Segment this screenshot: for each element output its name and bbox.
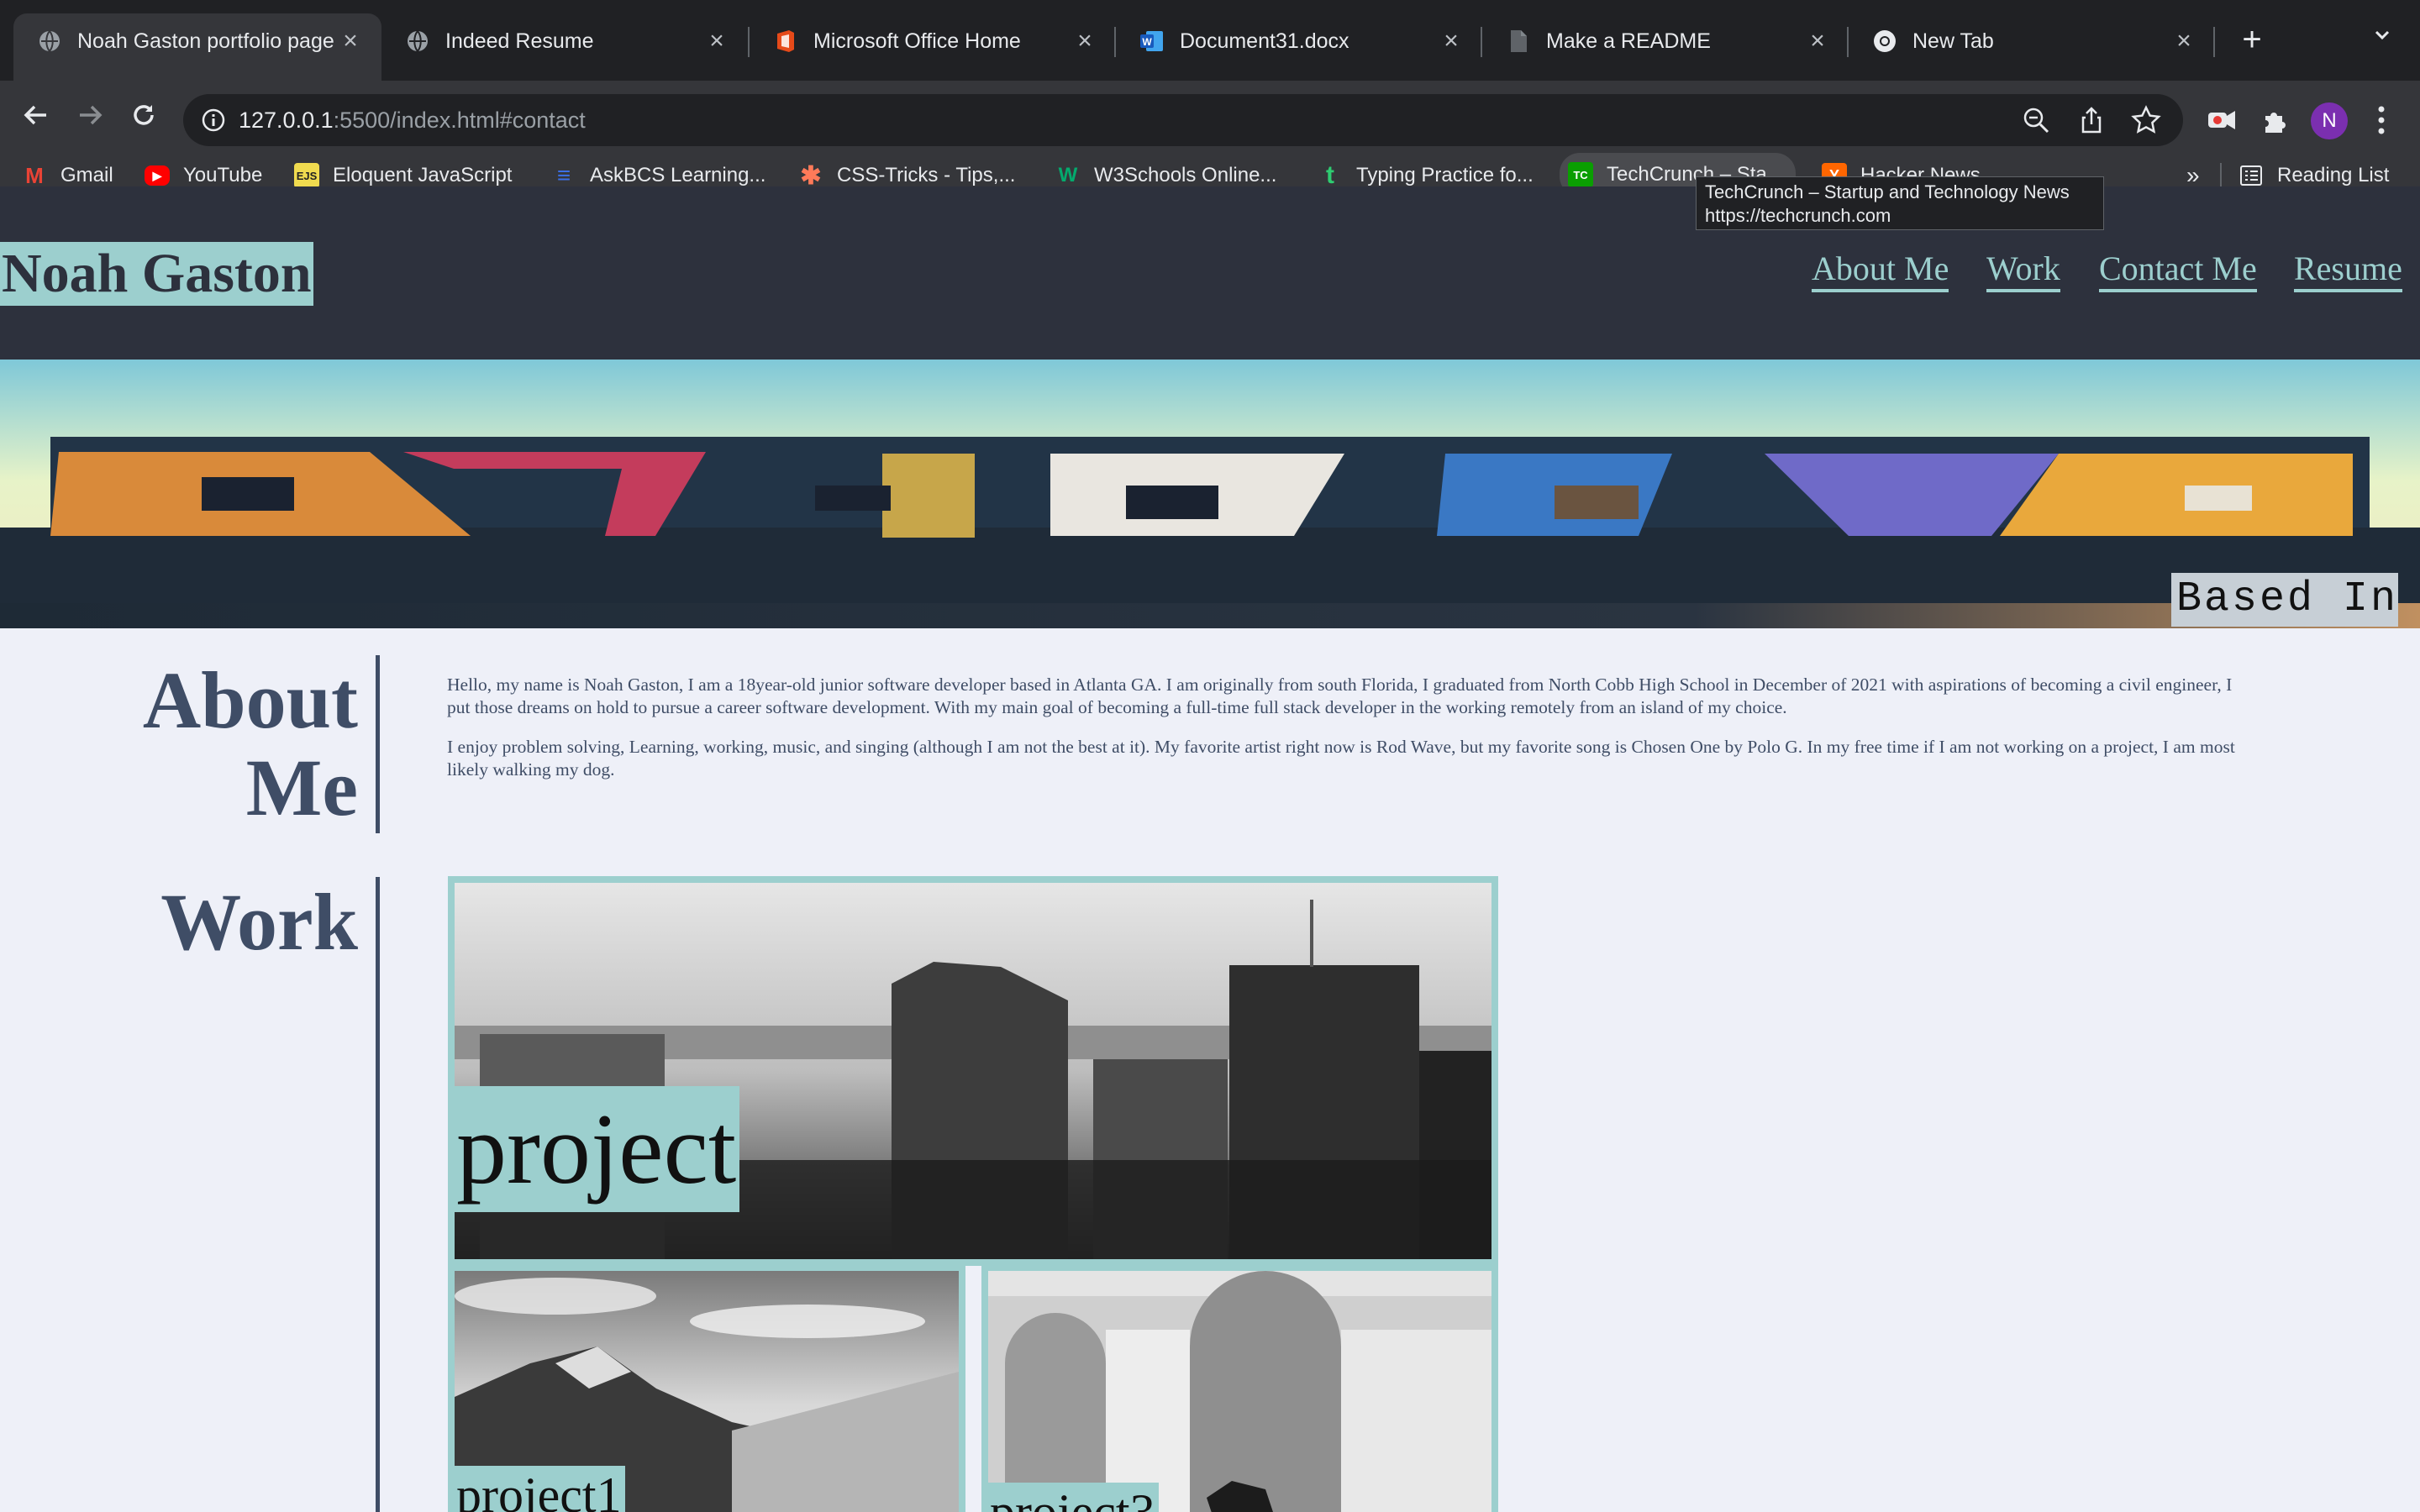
tab-title: Indeed Resume: [445, 29, 594, 53]
arches-image: [988, 1271, 1491, 1512]
about-paragraph-1: Hello, my name is Noah Gaston, I am a 18…: [447, 675, 2233, 717]
project-card-1[interactable]: project1: [448, 1264, 965, 1512]
globe-icon: [405, 29, 430, 54]
project-label: project: [455, 1086, 740, 1212]
close-icon[interactable]: ×: [1439, 29, 1464, 54]
tab-strip: Noah Gaston portfolio page × Indeed Resu…: [0, 0, 2420, 81]
menu-icon[interactable]: [2375, 104, 2388, 140]
doc-icon: [1506, 29, 1531, 54]
tab-title: New Tab: [1912, 29, 1994, 53]
zoom-icon[interactable]: [2022, 106, 2050, 139]
reload-icon: [134, 105, 154, 125]
tab-document[interactable]: W Document31.docx ×: [1116, 13, 1482, 69]
askbcs-icon: ≡: [556, 162, 571, 188]
bookmark-label: W3Schools Online...: [1094, 164, 1277, 186]
nav-contact-me[interactable]: Contact Me: [2099, 250, 2257, 292]
tab-portfolio[interactable]: Noah Gaston portfolio page ×: [13, 13, 381, 81]
reading-list-icon: [2238, 163, 2264, 188]
tab-title: Document31.docx: [1180, 29, 1349, 53]
about-title-line2: Me: [245, 743, 358, 832]
back-button[interactable]: [17, 99, 55, 138]
about-title: About Me: [126, 657, 358, 832]
new-tab-button[interactable]: +: [2235, 23, 2269, 57]
techcrunch-icon: TC: [1568, 162, 1593, 187]
about-title-line1: About: [142, 655, 358, 745]
nav-resume[interactable]: Resume: [2294, 250, 2402, 292]
close-icon[interactable]: ×: [704, 29, 729, 54]
info-icon[interactable]: [200, 107, 227, 134]
avatar[interactable]: N: [2311, 102, 2348, 139]
gmail-icon: M: [25, 162, 44, 188]
globe-icon: [37, 29, 62, 54]
bookmark-label: AskBCS Learning...: [590, 164, 766, 186]
about-text: Hello, my name is Noah Gaston, I am a 18…: [447, 674, 2254, 798]
close-icon[interactable]: ×: [1805, 29, 1830, 54]
arrow-left-icon: [24, 105, 46, 125]
bookmark-label: CSS-Tricks - Tips,...: [837, 164, 1016, 186]
site-name: Noah Gaston: [0, 242, 313, 306]
record-extension-icon[interactable]: [2207, 108, 2237, 137]
forward-button[interactable]: [71, 99, 109, 138]
tab-newtab[interactable]: New Tab ×: [1849, 13, 2215, 69]
page-viewport: Noah Gaston About Me Work Contact Me Res…: [0, 186, 2420, 1512]
project-card-3[interactable]: project3: [981, 1264, 1498, 1512]
bookmark-label: Gmail: [60, 164, 113, 186]
w3schools-icon: W: [1058, 164, 1078, 186]
svg-text:W: W: [1142, 36, 1152, 48]
address-bar-container[interactable]: 127.0.0.1:5500/index.html#contact: [183, 94, 2183, 146]
hero-image: [0, 360, 2420, 628]
close-icon[interactable]: ×: [338, 29, 363, 54]
tab-office[interactable]: Microsoft Office Home ×: [750, 13, 1116, 69]
tab-title: Make a README: [1546, 29, 1711, 53]
project3-label: project3: [988, 1483, 1159, 1512]
about-paragraph-2: I enjoy problem solving, Learning, worki…: [447, 737, 2235, 780]
extensions-icon[interactable]: [2260, 106, 2289, 139]
about-divider: [376, 655, 380, 833]
office-icon: [773, 29, 798, 54]
url-host: 127.0.0.1: [239, 108, 334, 133]
bookmark-star-icon[interactable]: [2131, 105, 2161, 139]
tab-title: Noah Gaston portfolio page: [77, 29, 334, 53]
nav-about-me[interactable]: About Me: [1812, 250, 1949, 292]
nav-work[interactable]: Work: [1986, 250, 2060, 292]
url-path: :5500/index.html#contact: [333, 108, 586, 133]
arrow-right-icon: [80, 105, 103, 125]
bookmark-label: Eloquent JavaScript: [333, 164, 513, 186]
ejs-icon: EJS: [294, 163, 319, 188]
chevron-down-icon[interactable]: [2368, 25, 2396, 54]
word-icon: W: [1139, 29, 1165, 54]
bookmark-label: YouTube: [183, 164, 263, 186]
work-divider: [376, 877, 380, 1512]
tooltip-url: https://techcrunch.com: [1705, 205, 1891, 226]
bookmark-label: Typing Practice fo...: [1356, 164, 1534, 186]
project-card-main[interactable]: project: [448, 876, 1498, 1266]
youtube-icon: ▶: [145, 165, 170, 186]
chevron-double-right-icon: »: [2186, 162, 2200, 188]
chrome-icon: [1872, 29, 1897, 54]
tooltip-title: TechCrunch – Startup and Technology News: [1705, 181, 2070, 202]
tab-indeed[interactable]: Indeed Resume ×: [381, 13, 748, 69]
reload-button[interactable]: [124, 99, 163, 138]
work-title: Work: [160, 877, 358, 967]
project1-label: project1: [455, 1466, 625, 1512]
share-icon[interactable]: [2077, 106, 2106, 139]
close-icon[interactable]: ×: [2171, 29, 2196, 54]
csstricks-icon: ✱: [800, 161, 822, 190]
bookmark-tooltip: TechCrunch – Startup and Technology News…: [1696, 176, 2104, 230]
reading-list-label: Reading List: [2277, 164, 2390, 186]
url-text[interactable]: 127.0.0.1:5500/index.html#contact: [239, 94, 586, 146]
tab-readme[interactable]: Make a README ×: [1482, 13, 1849, 69]
tab-separator: [2213, 27, 2215, 57]
hero-caption: Based In: [2170, 573, 2398, 627]
tab-title: Microsoft Office Home: [813, 29, 1021, 53]
close-icon[interactable]: ×: [1072, 29, 1097, 54]
typing-icon: t: [1326, 161, 1334, 189]
